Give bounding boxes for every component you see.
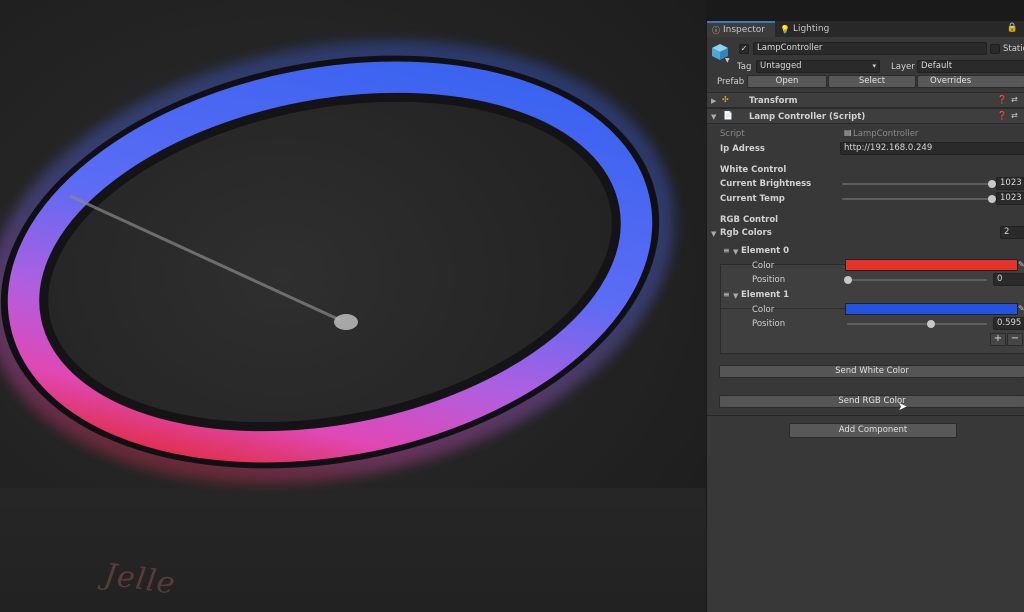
tab-bar: ⓘ Inspector 💡 Lighting 🔒	[707, 21, 1024, 37]
element-0-position-field[interactable]: 0	[993, 273, 1024, 286]
eyedropper-icon[interactable]: ✎	[1018, 304, 1024, 313]
element-0-label: Element 0	[741, 246, 790, 256]
remove-element-button[interactable]: −	[1007, 333, 1023, 346]
element-1-color-swatch[interactable]	[845, 303, 1018, 315]
element-0-position-track[interactable]	[847, 279, 987, 281]
settings-icon[interactable]: ⇄	[1011, 111, 1018, 120]
layer-dropdown[interactable]: Default	[917, 60, 1024, 73]
send-white-color-button[interactable]: Send White Color	[719, 365, 1024, 378]
prefab-overrides-button[interactable]: Overrides	[917, 75, 1024, 88]
tab-inspector-label: Inspector	[723, 25, 765, 35]
lock-icon[interactable]: 🔒	[1007, 23, 1018, 33]
camera-photo: Jelle	[0, 0, 706, 612]
eyedropper-icon[interactable]: ✎	[1018, 260, 1024, 269]
active-checkbox[interactable]: ✓	[739, 44, 749, 54]
static-checkbox[interactable]	[990, 44, 1000, 54]
tab-lighting[interactable]: 💡 Lighting	[775, 21, 839, 37]
script-label: Script	[720, 129, 745, 139]
temp-value-field[interactable]: 1023	[996, 192, 1024, 205]
brightness-label: Current Brightness	[720, 179, 812, 189]
element-1-position-track[interactable]	[847, 323, 987, 325]
temp-slider-knob[interactable]	[988, 195, 996, 203]
drag-handle-icon[interactable]: ≡	[723, 290, 730, 299]
layer-value: Default	[921, 61, 953, 71]
tag-value: Untagged	[760, 61, 802, 71]
element-1-position-label: Position	[752, 319, 786, 329]
prefab-select-button[interactable]: Select	[828, 75, 916, 88]
add-component-button[interactable]: Add Component	[789, 423, 957, 438]
brightness-value-field[interactable]: 1023	[996, 177, 1024, 190]
chevron-down-icon[interactable]: ▼	[725, 57, 730, 64]
drag-handle-icon[interactable]: ≡	[723, 246, 730, 255]
script-title: Lamp Controller (Script)	[749, 112, 866, 122]
lamp-ring-illustration	[0, 40, 675, 484]
script-file-icon: ▤	[844, 128, 852, 137]
brightness-slider-track[interactable]	[842, 183, 992, 185]
help-icon[interactable]: ❓	[997, 111, 1007, 120]
ip-address-field[interactable]: http://192.168.0.249	[840, 142, 1024, 155]
element-1-color-label: Color	[752, 305, 775, 315]
expand-arrow-icon[interactable]: ▼	[711, 230, 716, 238]
send-rgb-color-button[interactable]: Send RGB Color	[719, 395, 1024, 408]
tab-inspector[interactable]: ⓘ Inspector	[707, 21, 775, 37]
white-control-header: White Control	[720, 165, 787, 175]
element-0-color-swatch[interactable]	[845, 259, 1018, 271]
ceiling-mount	[334, 314, 358, 330]
transform-component-header[interactable]: ▶ ✣ Transform ❓ ⇄	[707, 92, 1024, 108]
element-1-position-knob[interactable]	[927, 320, 935, 328]
prefab-label: Prefab	[717, 77, 745, 87]
transform-title: Transform	[749, 96, 798, 106]
temp-label: Current Temp	[720, 194, 785, 204]
dropdown-arrow-icon: ▾	[872, 62, 876, 70]
object-name-field[interactable]: LampController	[753, 42, 987, 55]
tab-lighting-label: Lighting	[792, 24, 830, 34]
element-0-position-knob[interactable]	[844, 276, 852, 284]
screen: Jelle ⓘ Inspector 💡 Lighting 🔒 ▼ ✓ LampC…	[0, 0, 1024, 612]
static-label: Static	[1003, 44, 1024, 54]
expand-arrow-icon[interactable]: ▼	[733, 292, 738, 300]
settings-icon[interactable]: ⇄	[1011, 95, 1018, 104]
script-reference-value: LampController	[853, 129, 919, 139]
tag-dropdown[interactable]: Untagged ▾	[756, 60, 880, 73]
collapse-arrow-icon: ▶	[711, 97, 717, 105]
brightness-slider-knob[interactable]	[988, 180, 996, 188]
inspector-panel: ⓘ Inspector 💡 Lighting 🔒 ▼ ✓ LampControl…	[706, 21, 1024, 612]
ip-address-label: Ip Adress	[720, 144, 765, 154]
transform-axes-icon: ✣	[722, 95, 729, 104]
add-element-button[interactable]: +	[990, 333, 1006, 346]
rgb-colors-label: Rgb Colors	[720, 228, 772, 238]
help-icon[interactable]: ❓	[997, 95, 1007, 104]
element-1-position-field[interactable]: 0.595	[993, 317, 1024, 330]
prefab-open-button[interactable]: Open	[747, 75, 827, 88]
rgb-control-header: RGB Control	[720, 215, 779, 225]
element-0-position-label: Position	[752, 275, 786, 285]
temp-slider-track[interactable]	[842, 198, 992, 200]
script-component-header[interactable]: ▼ 📄 Lamp Controller (Script) ❓ ⇄	[707, 108, 1024, 124]
info-icon: ⓘ	[712, 25, 720, 35]
element-1-label: Element 1	[741, 290, 790, 300]
mouse-cursor-icon: ➤	[898, 400, 908, 413]
script-file-icon: 📄	[723, 111, 733, 120]
component-divider	[707, 415, 1024, 416]
tag-label: Tag	[737, 62, 752, 72]
layer-label: Layer	[891, 62, 915, 72]
expand-arrow-icon: ▼	[711, 113, 717, 121]
ceiling-rod	[69, 194, 341, 322]
expand-arrow-icon[interactable]: ▼	[733, 248, 738, 256]
lightbulb-icon: 💡	[779, 24, 790, 34]
element-0-color-label: Color	[752, 261, 775, 271]
rgb-colors-count-field[interactable]: 2	[1000, 226, 1024, 239]
